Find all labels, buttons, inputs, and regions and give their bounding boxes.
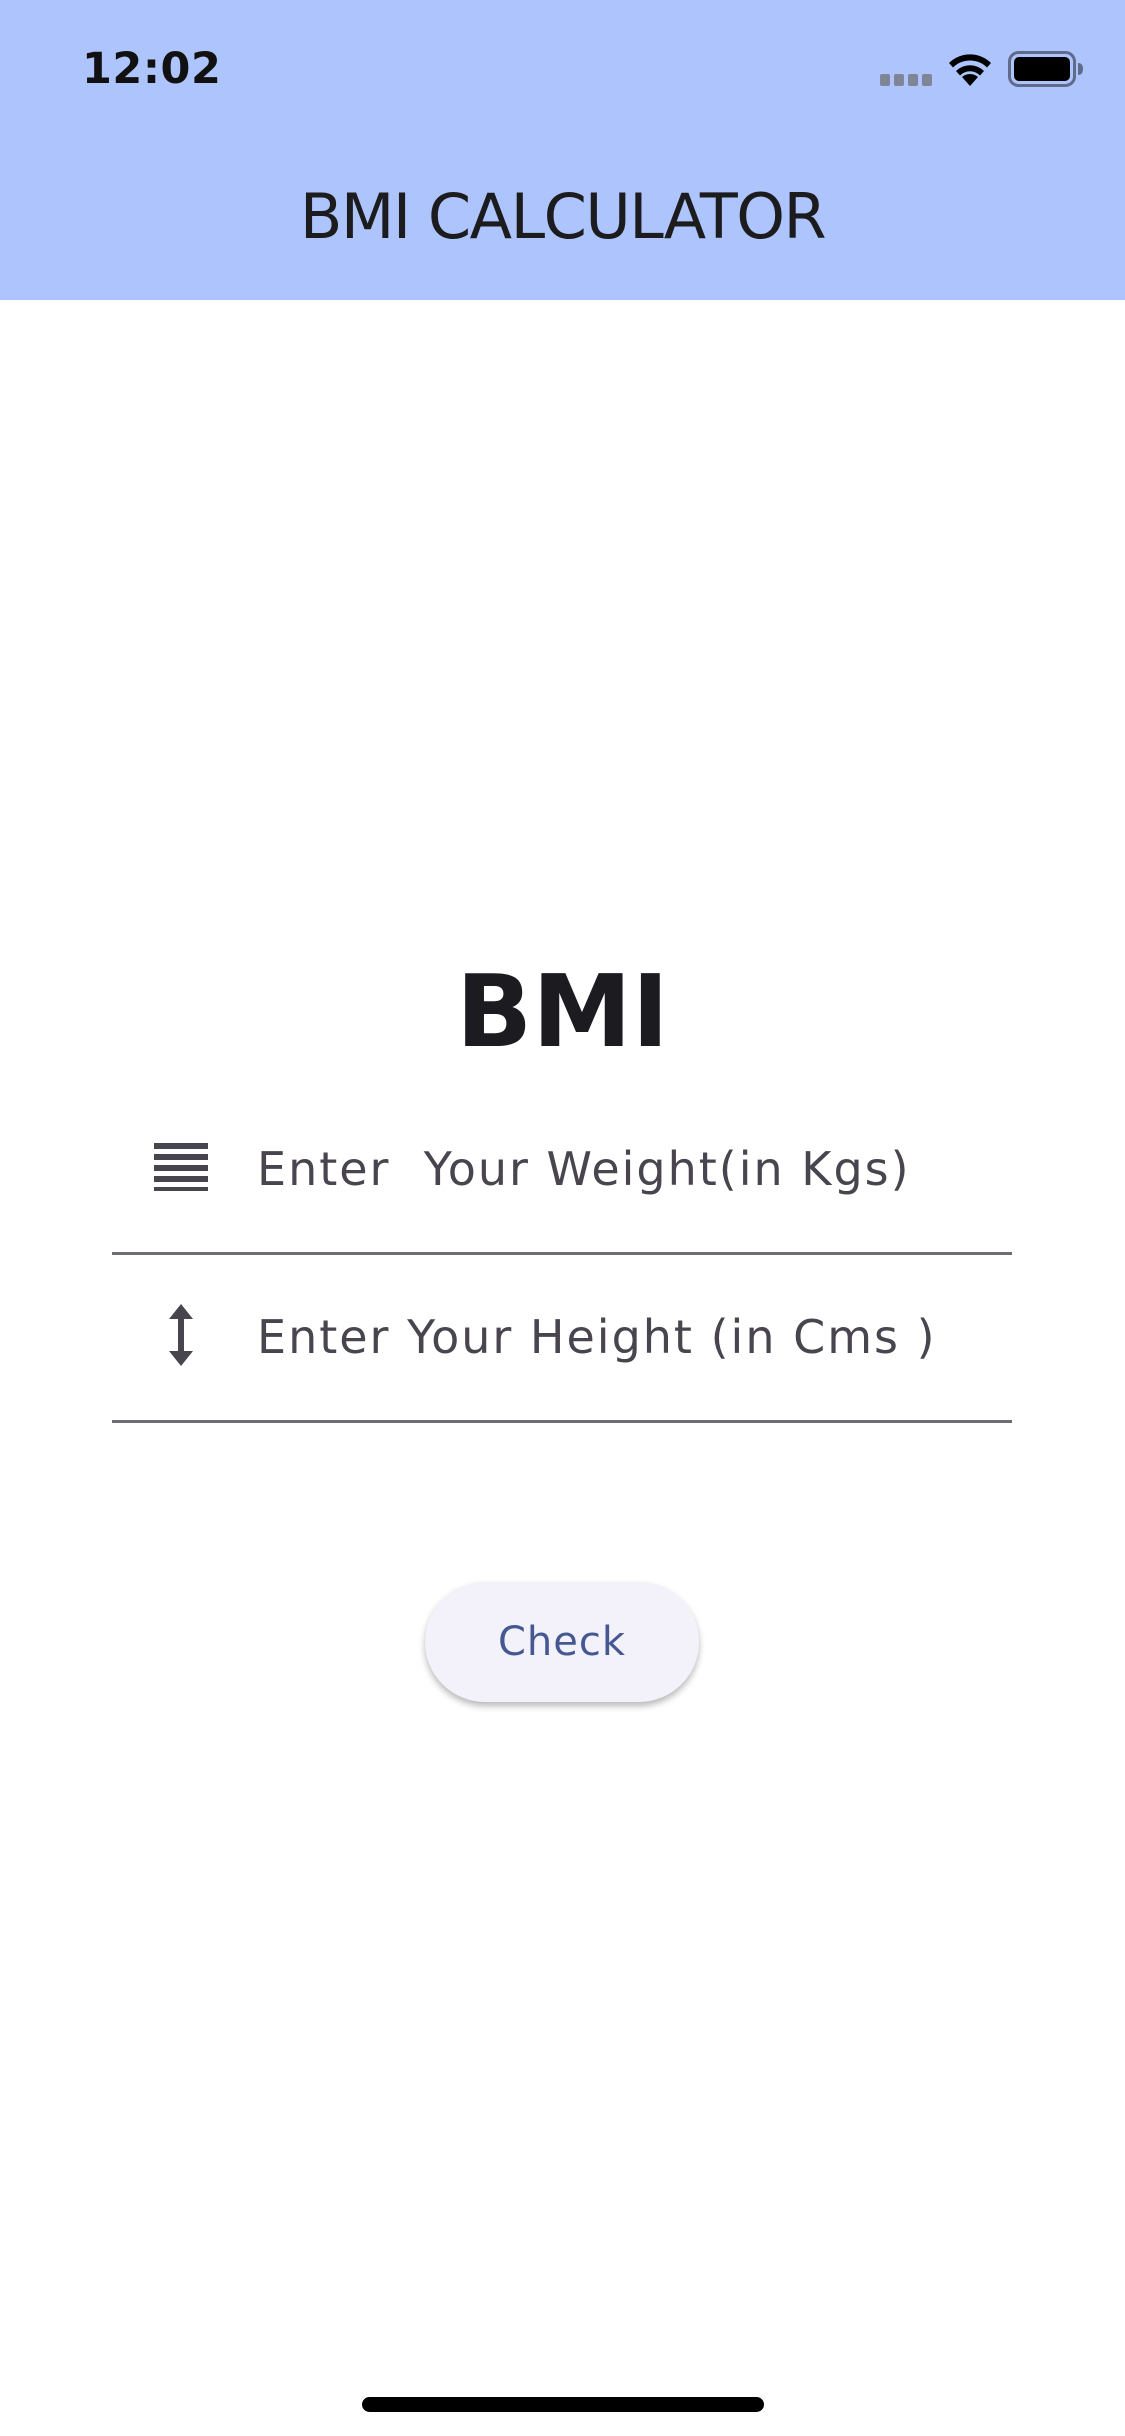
app-title: BMI CALCULATOR — [299, 180, 827, 253]
weight-input[interactable] — [257, 1124, 977, 1214]
status-bar-time: 12:02 — [82, 44, 222, 94]
wifi-icon — [949, 54, 991, 86]
battery-icon — [1008, 51, 1083, 87]
weight-field[interactable] — [112, 1084, 1012, 1255]
weight-lines-icon — [154, 1143, 208, 1191]
bmi-heading: BMI — [456, 953, 669, 1070]
home-indicator[interactable] — [362, 2397, 764, 2412]
height-field[interactable] — [112, 1252, 1012, 1423]
height-input[interactable] — [257, 1292, 977, 1382]
check-button[interactable]: Check — [425, 1582, 699, 1702]
app-bar: 12:02 BMI CALCULATOR — [0, 0, 1125, 300]
cellular-signal-icon — [880, 74, 932, 86]
vertical-arrows-icon — [169, 1304, 193, 1366]
